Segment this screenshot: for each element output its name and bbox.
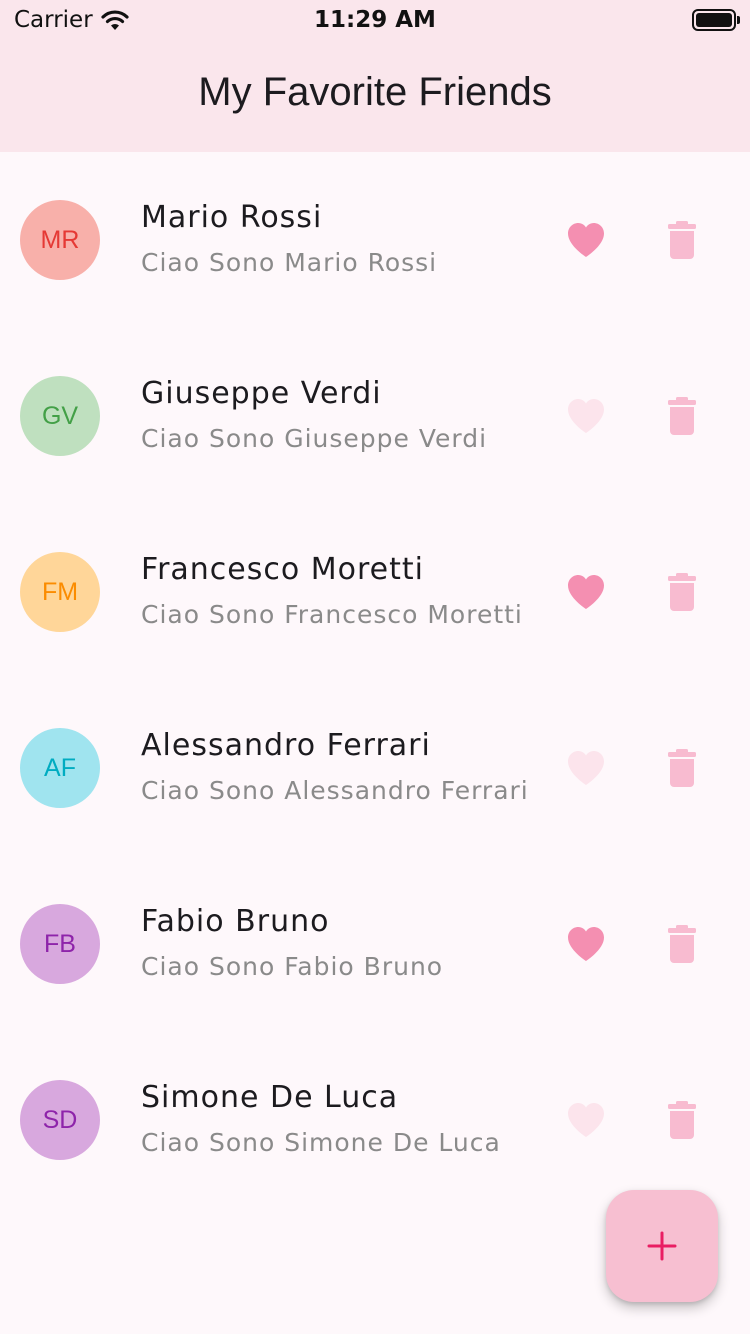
favorite-toggle-button[interactable] [562, 746, 610, 790]
friends-list: MR Mario Rossi Ciao Sono Mario Rossi GV Gius… [0, 152, 750, 1208]
favorite-toggle-button[interactable] [562, 394, 610, 438]
favorite-toggle-button[interactable] [562, 922, 610, 966]
list-item[interactable]: SD Simone De Luca Ciao Sono Simone De Luca [0, 1032, 750, 1208]
avatar: MR [20, 200, 100, 280]
trash-icon [668, 397, 696, 435]
delete-button[interactable] [662, 922, 702, 966]
friend-name: Fabio Bruno [141, 904, 330, 939]
battery-icon [692, 9, 740, 31]
friend-subtitle: Ciao Sono Francesco Moretti [141, 600, 523, 629]
list-item[interactable]: FB Fabio Bruno Ciao Sono Fabio Bruno [0, 856, 750, 1032]
heart-icon [568, 927, 604, 961]
trash-icon [668, 1101, 696, 1139]
add-friend-button[interactable] [606, 1190, 718, 1302]
friend-subtitle: Ciao Sono Mario Rossi [141, 248, 438, 277]
avatar: AF [20, 728, 100, 808]
trash-icon [668, 573, 696, 611]
avatar: SD [20, 1080, 100, 1160]
friend-name: Alessandro Ferrari [141, 728, 431, 763]
favorite-toggle-button[interactable] [562, 1098, 610, 1142]
avatar: GV [20, 376, 100, 456]
friend-name: Mario Rossi [141, 200, 323, 235]
friend-name: Giuseppe Verdi [141, 376, 382, 411]
delete-button[interactable] [662, 1098, 702, 1142]
clock: 11:29 AM [314, 7, 436, 33]
heart-icon [568, 575, 604, 609]
trash-icon [668, 925, 696, 963]
heart-icon [568, 223, 604, 257]
page-title: My Favorite Friends [198, 70, 552, 114]
list-item[interactable]: FM Francesco Moretti Ciao Sono Francesco M… [0, 504, 750, 680]
favorite-toggle-button[interactable] [562, 218, 610, 262]
avatar: FB [20, 904, 100, 984]
friend-name: Simone De Luca [141, 1080, 399, 1115]
friend-subtitle: Ciao Sono Giuseppe Verdi [141, 424, 488, 453]
favorite-toggle-button[interactable] [562, 570, 610, 614]
list-item[interactable]: AF Alessandro Ferrari Ciao Sono Alessandro… [0, 680, 750, 856]
delete-button[interactable] [662, 746, 702, 790]
trash-icon [668, 749, 696, 787]
list-item[interactable]: MR Mario Rossi Ciao Sono Mario Rossi [0, 152, 750, 328]
app-bar: My Favorite Friends [0, 40, 750, 152]
avatar: FM [20, 552, 100, 632]
heart-icon [568, 399, 604, 433]
list-item[interactable]: GV Giuseppe Verdi Ciao Sono Giuseppe Verdi [0, 328, 750, 504]
friend-name: Francesco Moretti [141, 552, 425, 587]
friend-subtitle: Ciao Sono Simone De Luca [141, 1128, 501, 1157]
friend-subtitle: Ciao Sono Alessandro Ferrari [141, 776, 529, 805]
heart-icon [568, 751, 604, 785]
heart-icon [568, 1103, 604, 1137]
trash-icon [668, 221, 696, 259]
friend-subtitle: Ciao Sono Fabio Bruno [141, 952, 444, 981]
delete-button[interactable] [662, 570, 702, 614]
delete-button[interactable] [662, 218, 702, 262]
delete-button[interactable] [662, 394, 702, 438]
plus-icon [647, 1231, 677, 1261]
status-bar: Carrier 11:29 AM [0, 0, 750, 40]
